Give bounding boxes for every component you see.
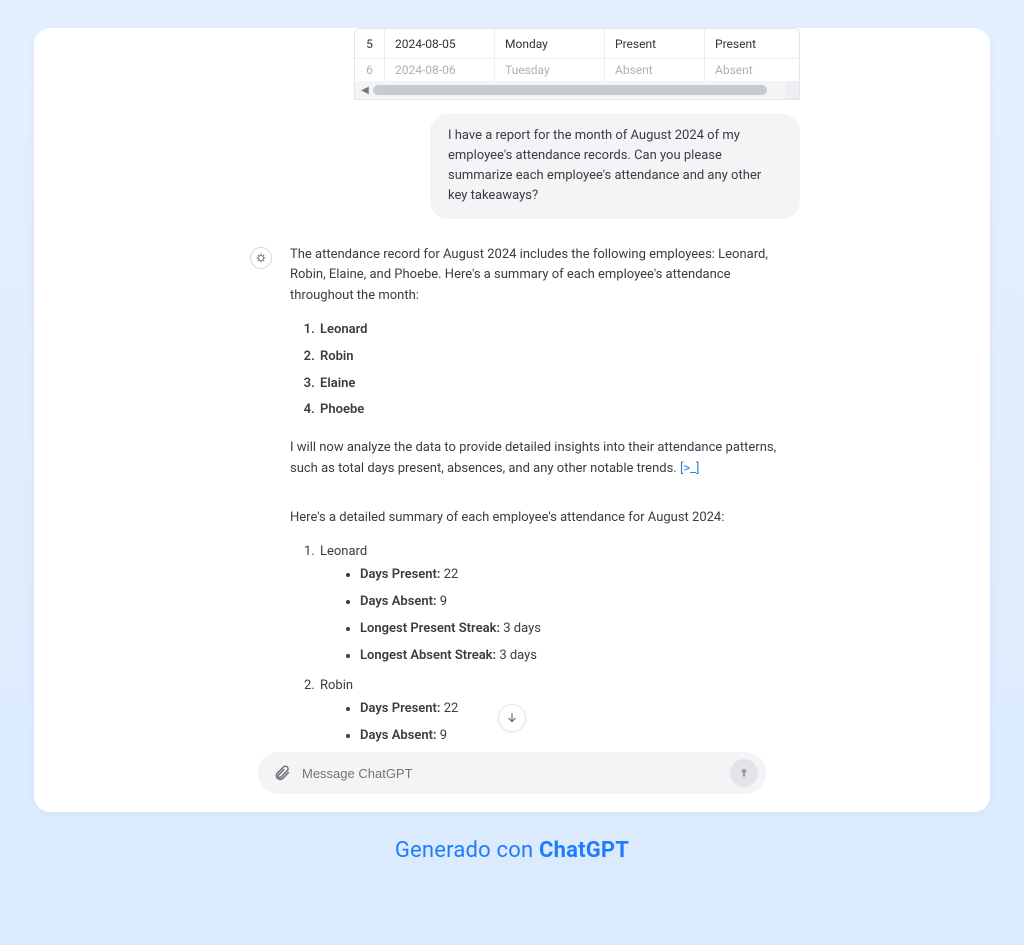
list-item: Robin	[318, 344, 780, 371]
send-button[interactable]	[730, 759, 758, 787]
cell-status-1: Absent	[605, 59, 705, 81]
image-caption: Generado con ChatGPT	[0, 838, 1024, 863]
arrow-up-icon	[737, 766, 751, 780]
user-message-bubble: I have a report for the month of August …	[430, 114, 800, 219]
table-row: 5 2024-08-05 Monday Present Present	[355, 29, 799, 59]
assistant-message: The attendance record for August 2024 in…	[34, 245, 990, 742]
cell-date: 2024-08-06	[385, 59, 495, 81]
row-index: 5	[355, 29, 385, 58]
stat-row: Longest Present Streak: 3 days	[360, 616, 780, 643]
assistant-intro: The attendance record for August 2024 in…	[290, 245, 780, 307]
cell-day: Tuesday	[495, 59, 605, 81]
cell-status-1: Present	[605, 29, 705, 58]
stat-row: Days Present: 22	[360, 696, 780, 723]
employee-name: Leonard	[320, 544, 367, 559]
scroll-to-bottom-button[interactable]	[498, 704, 526, 732]
list-item: Elaine	[318, 371, 780, 398]
chat-scroll[interactable]: 5 2024-08-05 Monday Present Present 6 20…	[34, 28, 990, 742]
stat-row: Longest Absent Streak: 3 days	[360, 643, 780, 670]
cell-date: 2024-08-05	[385, 29, 495, 58]
paperclip-icon	[273, 764, 291, 782]
brand-name: ChatGPT	[539, 838, 629, 863]
employee-name: Robin	[320, 678, 353, 693]
scroll-thumb[interactable]	[373, 85, 767, 95]
stat-row: Days Absent: 9	[360, 589, 780, 616]
cell-day: Monday	[495, 29, 605, 58]
cell-status-2: Absent	[705, 59, 799, 81]
analysis-note: I will now analyze the data to provide d…	[290, 438, 780, 480]
row-index: 6	[355, 59, 385, 81]
scroll-corner	[785, 81, 799, 99]
stat-row: Days Absent: 9	[360, 723, 780, 742]
employee-detail-list: Leonard Days Present: 22 Days Absent: 9 …	[290, 539, 780, 742]
scroll-left-icon[interactable]: ◀	[357, 85, 373, 96]
assistant-body: The attendance record for August 2024 in…	[290, 245, 780, 742]
employee-name-list: Leonard Robin Elaine Phoebe	[290, 317, 780, 424]
employee-block-robin: Robin Days Present: 22 Days Absent: 9 Lo…	[318, 673, 780, 742]
cell-status-2: Present	[705, 29, 799, 58]
message-input[interactable]	[302, 766, 730, 781]
assistant-avatar	[250, 247, 272, 269]
arrow-down-icon	[505, 711, 519, 725]
table-row: 6 2024-08-06 Tuesday Absent Absent	[355, 59, 799, 81]
table-horizontal-scrollbar[interactable]: ◀ ▶	[355, 81, 799, 99]
chat-input-bar	[258, 752, 766, 794]
attendance-table-preview: 5 2024-08-05 Monday Present Present 6 20…	[354, 28, 800, 100]
stat-row: Days Present: 22	[360, 562, 780, 589]
list-item: Leonard	[318, 317, 780, 344]
user-message-text: I have a report for the month of August …	[448, 128, 761, 203]
list-item: Phoebe	[318, 397, 780, 424]
detail-intro: Here's a detailed summary of each employ…	[290, 508, 780, 529]
attach-button[interactable]	[272, 763, 292, 783]
code-run-link[interactable]: [>_]	[680, 461, 700, 476]
app-frame: 5 2024-08-05 Monday Present Present 6 20…	[34, 28, 990, 812]
openai-logo-icon	[255, 252, 267, 264]
employee-block-leonard: Leonard Days Present: 22 Days Absent: 9 …	[318, 539, 780, 673]
